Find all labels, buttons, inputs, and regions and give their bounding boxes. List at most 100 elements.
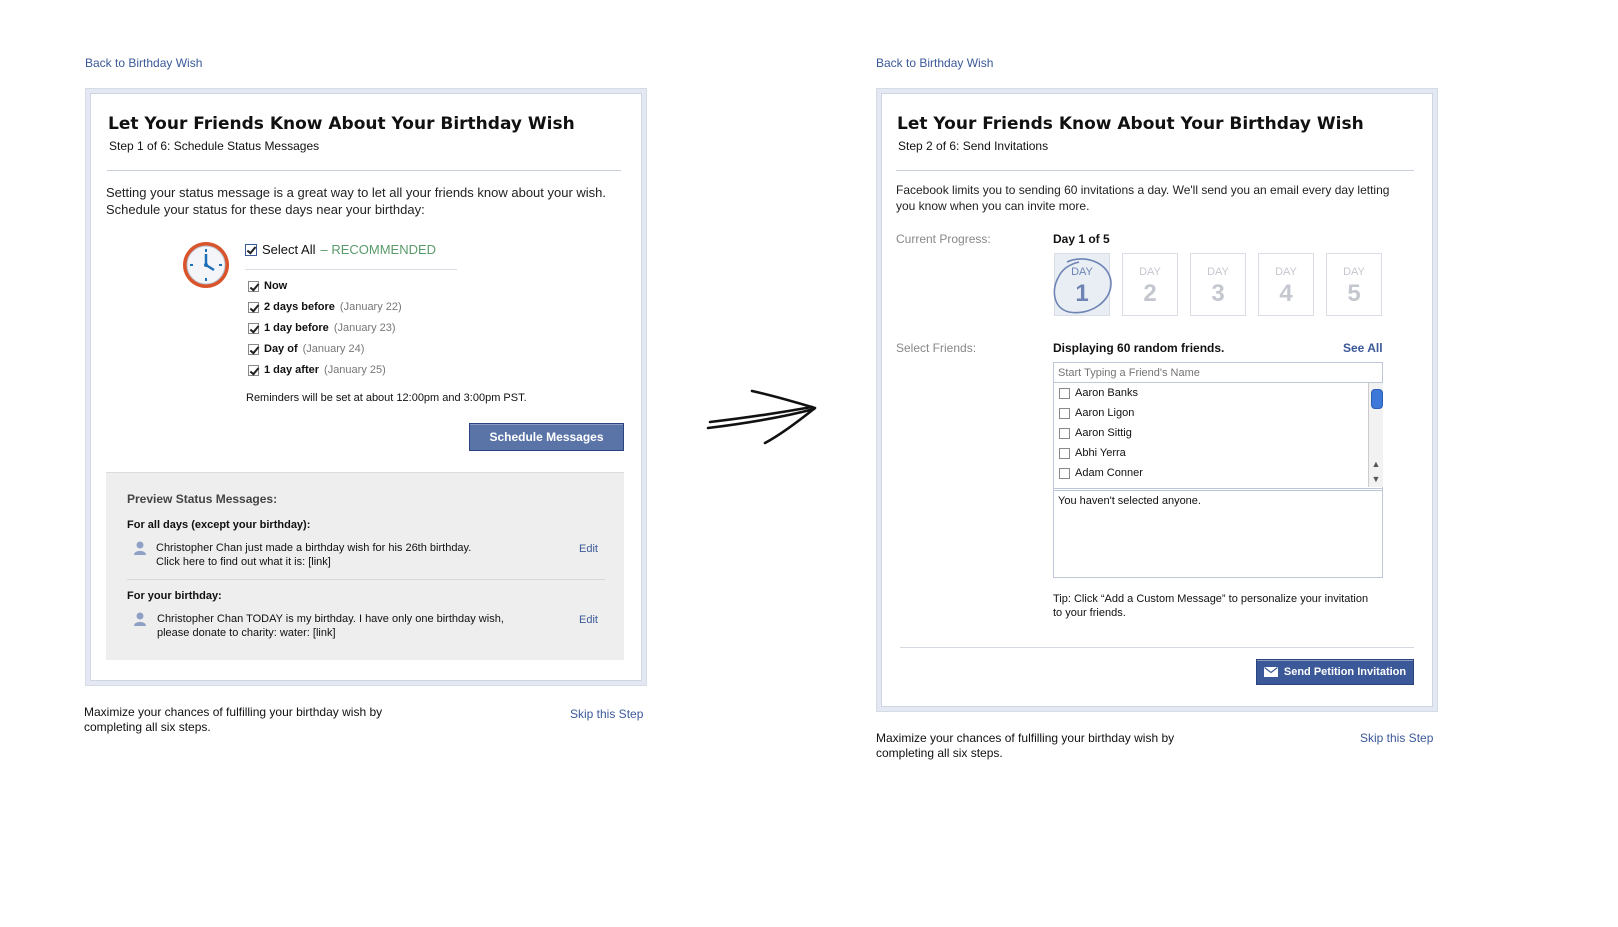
option-checkbox[interactable]: [248, 343, 259, 355]
friend-selector: Aaron Banks Aaron Ligon Aaron Sittig Abh…: [1053, 362, 1383, 578]
friend-search-input[interactable]: [1054, 363, 1382, 383]
scroll-down-icon[interactable]: ▼: [1369, 472, 1383, 486]
mail-icon: [1263, 667, 1278, 677]
friend-checkbox[interactable]: [1059, 467, 1070, 479]
tip-line: to your friends.: [1053, 607, 1126, 619]
day-box: DAY 4: [1258, 253, 1314, 316]
option-checkbox[interactable]: [248, 280, 259, 292]
friend-row[interactable]: Aaron Banks: [1059, 387, 1138, 399]
friend-name: Aaron Sittig: [1075, 427, 1132, 439]
tip-line: Tip: Click “Add a Custom Message” to per…: [1053, 593, 1369, 605]
divider: [127, 579, 605, 580]
divider: [1054, 490, 1382, 491]
see-all-link[interactable]: See All: [1343, 341, 1383, 355]
day-label: DAY: [1139, 266, 1161, 278]
day-number: 2: [1143, 280, 1157, 307]
option-row[interactable]: Day of (January 24): [248, 343, 364, 355]
friend-name: Abhi Yerra: [1075, 447, 1126, 459]
divider: [900, 647, 1414, 648]
schedule-messages-button[interactable]: Schedule Messages: [469, 423, 624, 451]
intro-text: Facebook limits you to sending 60 invita…: [896, 183, 1390, 213]
friend-list: Aaron Banks Aaron Ligon Aaron Sittig Abh…: [1054, 383, 1368, 488]
step2-panel: Let Your Friends Know About Your Birthda…: [876, 88, 1438, 712]
birthday-message: Christopher Chan TODAY is my birthday. I…: [157, 612, 504, 640]
day-number: 5: [1347, 280, 1361, 307]
option-row[interactable]: 2 days before (January 22): [248, 301, 402, 313]
page-title: Let Your Friends Know About Your Birthda…: [897, 114, 1364, 134]
option-row[interactable]: 1 day before (January 23): [248, 322, 396, 334]
option-date: (January 25): [324, 364, 386, 376]
footer-text-line: completing all six steps.: [84, 720, 211, 734]
skip-step-link[interactable]: Skip this Step: [1360, 731, 1433, 745]
option-checkbox[interactable]: [248, 301, 259, 313]
day-label: DAY: [1275, 266, 1297, 278]
progress-label: Current Progress:: [896, 232, 991, 246]
day-box: DAY 2: [1122, 253, 1178, 316]
all-days-message: Christopher Chan just made a birthday wi…: [156, 541, 471, 569]
step-indicator: Step 2 of 6: Send Invitations: [898, 139, 1049, 153]
day-box: DAY 3: [1190, 253, 1246, 316]
day-box: DAY 5: [1326, 253, 1382, 316]
back-to-birthday-wish-link[interactable]: Back to Birthday Wish: [876, 56, 993, 70]
all-days-label: For all days (except your birthday):: [127, 519, 311, 531]
recommended-tag: – RECOMMENDED: [320, 242, 437, 257]
day-label: DAY: [1207, 266, 1229, 278]
option-checkbox[interactable]: [248, 322, 259, 334]
divider: [107, 170, 621, 171]
step1-panel: Let Your Friends Know About Your Birthda…: [85, 88, 647, 686]
arrow-icon: [706, 389, 817, 445]
select-all-row[interactable]: Select All – RECOMMENDED: [245, 242, 436, 257]
day-box: DAY 1: [1053, 253, 1112, 316]
footer-text-line: Maximize your chances of fulfilling your…: [84, 705, 383, 719]
all-days-message-line: Click here to find out what it is: [link…: [156, 556, 331, 568]
edit-all-days-link[interactable]: Edit: [579, 542, 598, 556]
option-date: (January 24): [302, 343, 365, 355]
friend-list-scrollbar[interactable]: ▲ ▼: [1368, 383, 1383, 487]
option-checkbox[interactable]: [248, 364, 259, 376]
page-title: Let Your Friends Know About Your Birthda…: [108, 114, 575, 134]
tip-text: Tip: Click “Add a Custom Message” to per…: [1053, 592, 1368, 620]
step2-panel-inner: Let Your Friends Know About Your Birthda…: [881, 93, 1433, 707]
divider: [245, 269, 457, 270]
step1-panel-inner: Let Your Friends Know About Your Birthda…: [90, 93, 642, 681]
preview-heading: Preview Status Messages:: [127, 492, 278, 506]
friend-checkbox[interactable]: [1059, 447, 1070, 459]
footer-text-line: Maximize your chances of fulfilling your…: [876, 731, 1175, 745]
scrollbar-thumb[interactable]: [1371, 389, 1383, 409]
day-label: DAY: [1343, 266, 1365, 278]
person-icon: [134, 612, 146, 626]
footer-text-line: completing all six steps.: [876, 746, 1003, 760]
clock-icon: [183, 242, 229, 288]
friend-row[interactable]: Adam Conner: [1059, 467, 1143, 479]
select-all-label: Select All: [262, 242, 316, 257]
selected-friends-text: You haven't selected anyone.: [1058, 495, 1201, 507]
birthday-label: For your birthday:: [127, 590, 222, 602]
day-number: 3: [1211, 280, 1225, 307]
option-label: Day of: [264, 343, 298, 355]
option-label: 2 days before: [264, 301, 335, 313]
select-all-checkbox[interactable]: [245, 243, 257, 256]
friend-row[interactable]: Aaron Ligon: [1059, 407, 1134, 419]
preview-section: Preview Status Messages: For all days (e…: [106, 472, 624, 660]
progress-value: Day 1 of 5: [1053, 232, 1110, 246]
friend-checkbox[interactable]: [1059, 407, 1070, 419]
friend-checkbox[interactable]: [1059, 427, 1070, 439]
friend-name: Aaron Banks: [1075, 387, 1138, 399]
option-row[interactable]: 1 day after (January 25): [248, 364, 386, 376]
reminder-text: Reminders will be set at about 12:00pm a…: [246, 392, 527, 404]
friend-checkbox[interactable]: [1059, 387, 1070, 399]
scroll-up-icon[interactable]: ▲: [1369, 457, 1383, 471]
friend-row[interactable]: Abhi Yerra: [1059, 447, 1126, 459]
edit-birthday-link[interactable]: Edit: [579, 613, 598, 627]
day-number: 4: [1279, 280, 1293, 307]
send-petition-invitation-button[interactable]: Send Petition Invitation: [1256, 659, 1414, 685]
skip-step-link[interactable]: Skip this Step: [570, 707, 643, 721]
step-indicator: Step 1 of 6: Schedule Status Messages: [109, 139, 320, 153]
friend-name: Adam Conner: [1075, 467, 1143, 479]
person-icon: [134, 541, 146, 555]
option-row[interactable]: Now: [248, 280, 292, 292]
back-to-birthday-wish-link[interactable]: Back to Birthday Wish: [85, 56, 202, 70]
friend-row[interactable]: Aaron Sittig: [1059, 427, 1132, 439]
day-highlight-circle: [1053, 258, 1112, 314]
intro-text: Setting your status message is a great w…: [106, 185, 607, 217]
